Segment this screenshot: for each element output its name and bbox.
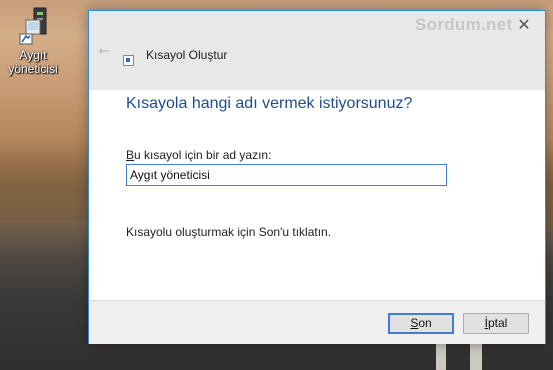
wizard-header: Sordum.net ✕ ← Kısayol Oluştur — [89, 11, 545, 90]
watermark-text: Sordum.net — [415, 15, 513, 34]
wizard-footer: Son İptal — [89, 300, 545, 344]
back-arrow-icon: ← — [98, 44, 110, 59]
page-heading: Kısayola hangi adı vermek istiyorsunuz? — [126, 95, 413, 112]
desktop-icon-label: Aygıt yöneticisi — [8, 48, 58, 76]
road-marking — [470, 342, 482, 370]
desktop-icon-device-manager[interactable]: Aygıt yöneticisi — [4, 6, 62, 76]
create-shortcut-wizard: Sordum.net ✕ ← Kısayol Oluştur Kısayola … — [88, 10, 546, 344]
finish-button[interactable]: Son — [388, 313, 454, 334]
close-icon: ✕ — [517, 15, 531, 34]
wizard-content: Kısayola hangi adı vermek istiyorsunuz? … — [89, 90, 545, 300]
back-button[interactable]: ← — [96, 44, 112, 60]
shortcut-wizard-icon — [123, 55, 134, 66]
road-marking — [436, 342, 446, 370]
wizard-title: Kısayol Oluştur — [146, 48, 228, 62]
close-button[interactable]: ✕ — [509, 11, 539, 39]
shortcut-name-input[interactable] — [126, 164, 447, 186]
finish-hint: Kısayolu oluşturmak için Son'u tıklatın. — [126, 225, 332, 239]
name-field-label: Bu kısayol için bir ad yazın: — [126, 148, 272, 162]
cancel-button[interactable]: İptal — [463, 313, 529, 334]
device-manager-shortcut-icon — [18, 6, 48, 46]
